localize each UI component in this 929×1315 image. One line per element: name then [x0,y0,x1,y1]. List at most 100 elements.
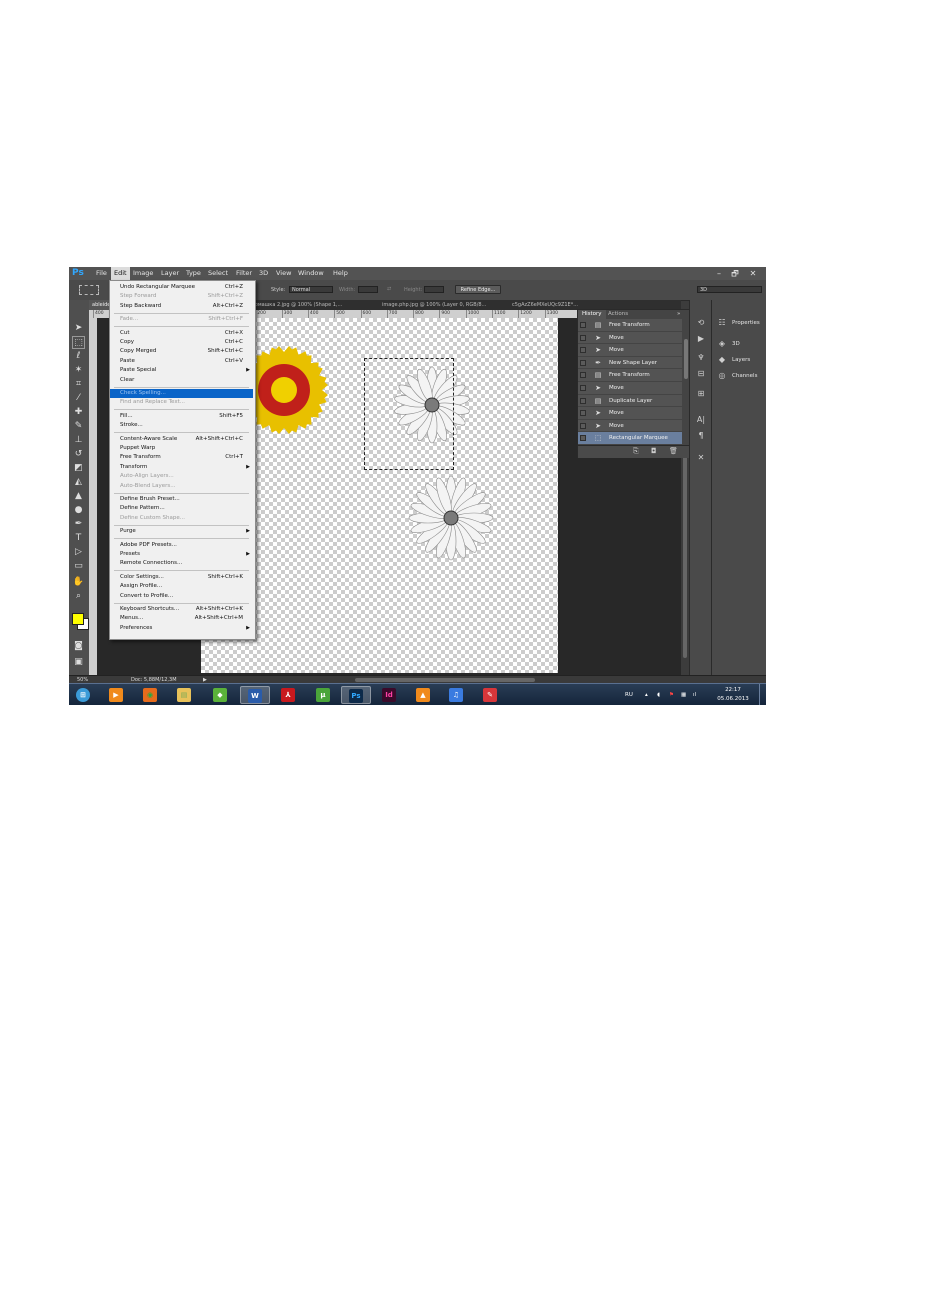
edit-menu-item[interactable]: Free Transform Ctrl+T [110,453,253,462]
edit-menu-item[interactable]: Step Forward Shift+Ctrl+Z [110,292,253,301]
brush-tool-icon[interactable]: ✎ [72,420,85,433]
menu-help[interactable]: Help [330,267,351,280]
lasso-tool-icon[interactable]: ℓ [72,350,85,363]
edit-menu-item[interactable]: Transform ▶ [110,463,253,472]
taskbar-app-indesign[interactable]: Id [375,686,405,704]
shape-tool-icon[interactable]: ▭ [72,560,85,573]
show-desktop-button[interactable] [759,684,766,705]
trash-icon[interactable]: 🗑 [669,447,678,455]
history-state[interactable]: ➤ Move [578,344,682,357]
action-center-icon[interactable]: ⚑ [669,691,674,699]
adjust-dock-icon[interactable]: ⊟ [695,368,707,380]
volume-icon[interactable]: ◖ [657,691,660,699]
taskbar-app-vlc[interactable]: ▲ [409,686,439,704]
properties-icon[interactable]: ☷ [716,317,728,329]
history-state[interactable]: ⬚ Rectangular Marquee [578,432,682,445]
menu-image[interactable]: Image [130,267,156,280]
styles-dock-icon[interactable]: ⊞ [695,388,707,400]
taskbar-app-explorer[interactable]: ▤ [170,686,200,704]
menu-3d[interactable]: 3D [256,267,271,280]
edit-menu-item[interactable]: Define Custom Shape... [110,514,253,523]
history-dock-icon[interactable]: ⟲ [695,317,707,329]
history-brush-source-checkbox[interactable] [580,347,586,354]
menu-view[interactable]: View [273,267,294,280]
history-state[interactable]: ➤ Move [578,382,682,395]
history-state[interactable]: ➤ Move [578,407,682,420]
edit-menu-item[interactable]: Undo Rectangular Marquee Ctrl+Z [110,283,253,292]
history-brush-source-checkbox[interactable] [580,435,586,442]
stamp-tool-icon[interactable]: ⊥ [72,434,85,447]
edit-menu-item[interactable]: Fill... Shift+F5 [110,412,253,421]
history-brush-source-checkbox[interactable] [580,422,586,429]
properties-panel-label[interactable]: Properties [732,318,760,328]
swap-icon[interactable]: ⇄ [387,285,391,293]
history-brush-source-checkbox[interactable] [580,385,586,391]
minimize-button[interactable]: – [712,268,726,279]
language-indicator[interactable]: RU [625,691,633,699]
taskbar-app-itunes[interactable]: ♫ [442,686,472,704]
edit-menu-item[interactable]: Content-Aware Scale Alt+Shift+Ctrl+C [110,435,253,444]
type-tool-icon[interactable]: T [72,532,85,545]
edit-menu-item[interactable]: Define Pattern... [110,504,253,513]
move-tool-icon[interactable]: ➤ [72,322,85,335]
taskbar-app-word[interactable]: W [240,686,270,704]
history-brush-source-checkbox[interactable] [580,372,586,379]
quick-mask-icon[interactable]: ◙ [72,640,85,653]
zoom-tool-icon[interactable]: ⌕ [72,590,85,603]
edit-menu-item[interactable]: Assign Profile... [110,582,253,591]
signal-icon[interactable]: ıl [693,691,696,699]
channels-icon[interactable]: ◎ [716,370,728,382]
3d-panel-label[interactable]: 3D [732,339,740,349]
edit-menu-item[interactable]: Preferences ▶ [110,624,253,633]
history-state[interactable]: ➤ Move [578,332,682,345]
taskbar-app-media-player[interactable]: ▶ [102,686,132,704]
character-dock-icon[interactable]: A| [695,414,707,426]
history-state[interactable]: ▤ Free Transform [578,319,682,332]
brush-dock-icon[interactable]: ♆ [695,352,707,364]
history-state[interactable]: ➤ Move [578,420,682,433]
actions-dock-icon[interactable]: ▶ [695,333,707,345]
restore-button[interactable]: 🗗 [728,268,742,279]
edit-menu-item[interactable]: Define Brush Preset... [110,495,253,504]
refine-edge-button[interactable]: Refine Edge... [455,285,501,294]
dodge-tool-icon[interactable]: ● [72,504,85,517]
paint-bucket-icon[interactable]: ◭ [72,476,85,489]
paragraph-dock-icon[interactable]: ¶ [695,430,707,442]
edit-menu-item[interactable]: Paste Special ▶ [110,366,253,375]
edit-menu-item[interactable]: Fade... Shift+Ctrl+F [110,315,253,324]
tray-arrow-icon[interactable]: ▴ [645,691,648,699]
taskbar-app-utorrent[interactable]: μ [309,686,339,704]
history-state[interactable]: ▤ Free Transform [578,369,682,382]
taskbar-app-paint[interactable]: ✎ [476,686,506,704]
taskbar-app-corel[interactable]: ◆ [206,686,236,704]
edit-menu-item[interactable]: Find and Replace Text... [110,398,253,407]
history-state[interactable]: ▤ Duplicate Layer [578,395,682,408]
workspace-select[interactable]: 3D [697,286,762,293]
selection-marquee[interactable] [364,358,454,470]
history-brush-source-checkbox[interactable] [580,359,586,366]
edit-menu-item[interactable]: Cut Ctrl+X [110,329,253,338]
edit-menu-item[interactable]: Check Spelling... [110,389,253,399]
history-brush-source-checkbox[interactable] [580,334,586,341]
menu-edit[interactable]: Edit [111,267,130,280]
network-icon[interactable]: ▦ [681,691,686,699]
edit-menu-item[interactable]: Copy Ctrl+C [110,338,253,347]
menu-layer[interactable]: Layer [158,267,182,280]
edit-menu-item[interactable]: Auto-Align Layers... [110,472,253,481]
channels-panel-label[interactable]: Channels [732,371,757,381]
pen-tool-icon[interactable]: ✒ [72,518,85,531]
tools-dock-icon[interactable]: ✕ [695,452,707,464]
history-brush-source-checkbox[interactable] [580,322,586,328]
style-select[interactable]: Normal [289,286,333,293]
tab-history[interactable]: History [578,310,606,319]
marquee-tool-icon[interactable]: ⬚ [72,336,85,349]
taskbar-app-acrobat[interactable]: ⅄ [274,686,304,704]
edit-menu-item[interactable]: Menus... Alt+Shift+Ctrl+M [110,614,253,623]
edit-menu-item[interactable]: Remote Connections... [110,559,253,568]
menu-file[interactable]: File [93,267,110,280]
screen-mode-icon[interactable]: ▣ [72,656,85,669]
close-button[interactable]: ✕ [746,268,760,279]
edit-menu-item[interactable]: Purge ▶ [110,527,253,536]
3d-icon[interactable]: ◈ [716,338,728,350]
snapshot-icon[interactable]: ◘ [651,447,657,455]
